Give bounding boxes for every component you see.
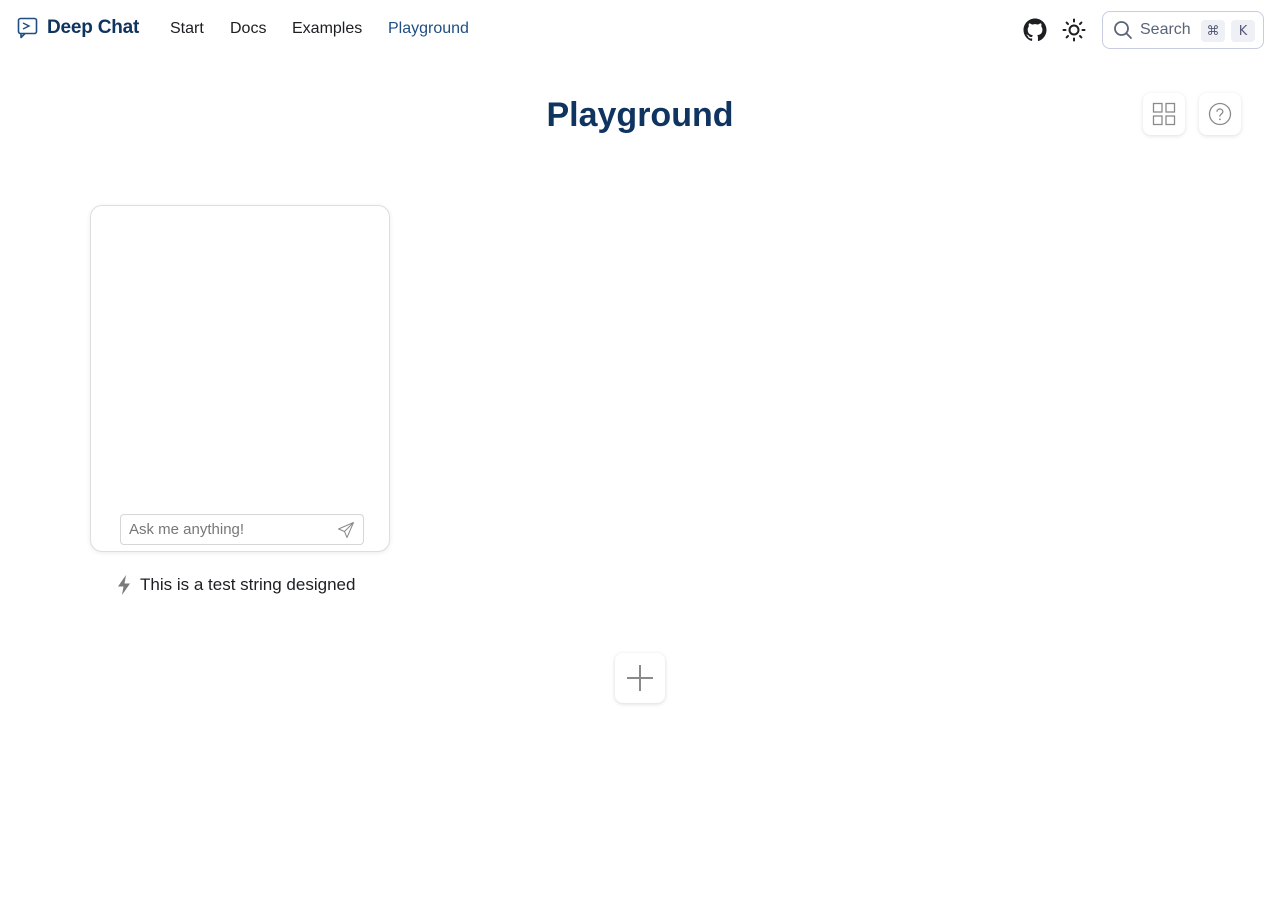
grid-layout-icon [1152,102,1176,126]
layout-toggle-button[interactable] [1143,93,1185,135]
help-button[interactable] [1199,93,1241,135]
send-icon[interactable] [337,521,355,539]
shortcut-mod-key: ⌘ [1201,20,1225,42]
page-title: Playground [546,96,734,134]
plus-icon [627,665,653,691]
search-label: Search [1140,21,1191,38]
sun-icon[interactable] [1062,18,1086,42]
bolt-icon[interactable] [115,574,133,596]
github-icon[interactable] [1023,18,1047,42]
nav-start[interactable]: Start [170,20,204,38]
nav-examples[interactable]: Examples [292,20,362,38]
caption-text: This is a test string designed [140,575,356,594]
search-icon [1114,21,1132,39]
nav-docs[interactable]: Docs [230,20,266,38]
chat-input[interactable] [129,521,329,538]
navbar: Deep Chat Start Docs Examples Playground… [0,0,1280,60]
add-chat-button[interactable] [615,653,665,703]
nav-playground[interactable]: Playground [388,20,469,38]
chat-card-caption: This is a test string designed [115,574,355,596]
chat-input-container [120,514,364,545]
help-icon [1208,102,1232,126]
chat-bubble-icon [17,17,38,39]
shortcut-k-key: K [1231,20,1255,42]
brand-link[interactable]: Deep Chat [17,17,139,39]
chat-card [90,205,390,552]
brand-title: Deep Chat [47,17,140,38]
search-button[interactable]: Search ⌘ K [1102,11,1264,49]
